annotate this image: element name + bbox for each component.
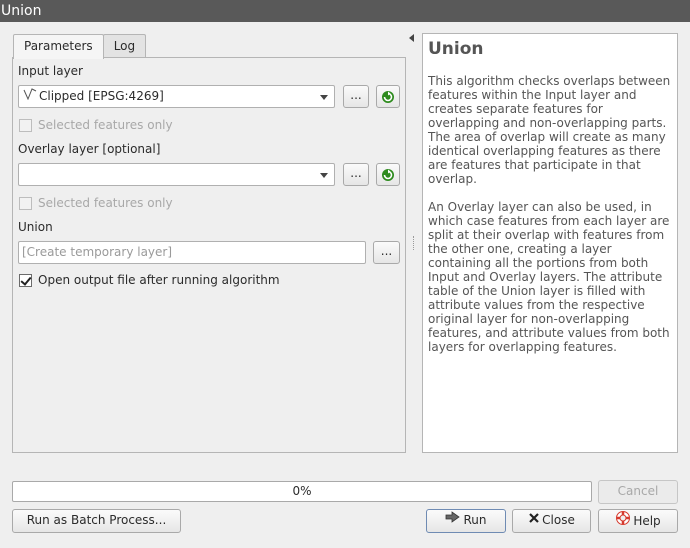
close-button[interactable]: Close — [512, 509, 591, 533]
splitter-handle[interactable] — [413, 236, 415, 250]
overlay-layer-iterate-button[interactable] — [376, 163, 400, 186]
tab-bar: Parameters Log — [13, 34, 147, 59]
overlay-layer-browse-button[interactable]: ... — [343, 163, 369, 186]
tab-log[interactable]: Log — [102, 34, 147, 58]
run-icon — [445, 510, 461, 531]
cancel-button[interactable]: Cancel — [598, 480, 678, 504]
input-selected-only-checkbox[interactable] — [19, 119, 32, 132]
close-button-label: Close — [542, 513, 575, 527]
help-paragraph: An Overlay layer can also be used, in wh… — [428, 200, 670, 354]
refresh-icon — [382, 91, 394, 103]
collapse-arrow-icon[interactable] — [409, 34, 414, 42]
tab-parameters[interactable]: Parameters — [13, 34, 104, 59]
run-as-batch-button[interactable]: Run as Batch Process... — [12, 509, 181, 533]
open-output-checkbox[interactable] — [19, 274, 32, 287]
overlay-selected-only-checkbox[interactable] — [19, 197, 32, 210]
input-layer-value: Clipped [EPSG:4269] — [39, 89, 164, 103]
input-layer-browse-button[interactable]: ... — [343, 85, 369, 108]
progress-bar: 0% — [12, 481, 592, 502]
refresh-icon — [382, 169, 394, 181]
input-layer-combo[interactable]: Clipped [EPSG:4269] — [18, 85, 335, 108]
help-paragraph: This algorithm checks overlaps between f… — [428, 74, 671, 186]
chevron-down-icon — [320, 173, 328, 178]
run-button-label: Run — [463, 513, 487, 527]
output-browse-button[interactable]: ... — [373, 241, 400, 264]
help-lifebuoy-icon — [615, 510, 631, 533]
overlay-selected-only-label: Selected features only — [38, 196, 173, 210]
line-layer-icon — [23, 86, 39, 107]
run-button[interactable]: Run — [426, 509, 506, 533]
help-title: Union — [428, 39, 484, 59]
output-label: Union — [18, 220, 53, 234]
input-layer-iterate-button[interactable] — [376, 85, 400, 108]
help-button-label: Help — [633, 514, 661, 528]
parameters-panel: Input layer Clipped [EPSG:4269] ... Sele… — [12, 57, 406, 453]
overlay-layer-label: Overlay layer [optional] — [18, 142, 161, 156]
open-output-label: Open output file after running algorithm — [38, 273, 280, 287]
help-panel: Union This algorithm checks overlaps bet… — [422, 33, 678, 453]
window-title: Union — [0, 0, 690, 22]
help-button[interactable]: Help — [598, 509, 678, 533]
overlay-layer-combo[interactable] — [18, 163, 335, 186]
chevron-down-icon — [320, 95, 328, 100]
output-path-input[interactable]: [Create temporary layer] — [18, 241, 366, 264]
input-selected-only-label: Selected features only — [38, 118, 173, 132]
close-icon — [528, 510, 540, 531]
input-layer-label: Input layer — [18, 64, 83, 78]
